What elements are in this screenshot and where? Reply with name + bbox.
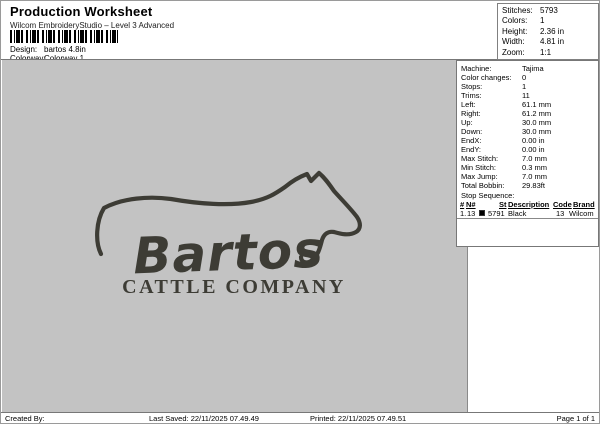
info-value: 0.3 mm: [522, 163, 548, 172]
footer-printed: Printed: 22/11/2025 07.49.51: [310, 414, 407, 423]
stop-sequence-row: 1. 13 5791 Black 13 Wilcom: [457, 209, 598, 219]
stat-row-stitches: Stitches: 5793: [502, 6, 598, 16]
info-label: Stops:: [461, 82, 483, 91]
info-label: Up:: [461, 118, 473, 127]
thread-color-swatch: [479, 210, 485, 216]
machine-info-row: Min Stitch: 0.3 mm: [461, 163, 596, 172]
stat-value: 5793: [540, 6, 558, 15]
info-label: Color changes:: [461, 73, 512, 82]
info-label: Machine:: [461, 64, 492, 73]
machine-info-row: Trims: 11: [461, 91, 596, 100]
cell-description: Black: [508, 209, 527, 218]
stat-label: Width:: [502, 37, 525, 47]
stat-row-width: Width: 4.81 in: [502, 37, 598, 47]
info-label: EndX:: [461, 136, 482, 145]
stat-row-height: Height: 2.36 in: [502, 27, 598, 37]
embroidery-logo: Bartos CATTLE COMPANY: [95, 170, 362, 298]
info-value: 0.00 in: [522, 136, 545, 145]
stat-label: Height:: [502, 26, 528, 36]
header-code: Code: [553, 200, 572, 209]
info-label: Left:: [461, 100, 476, 109]
cell-num: 1.: [460, 209, 467, 218]
app-subtitle: Wilcom EmbroideryStudio – Level 3 Advanc…: [10, 21, 175, 30]
stat-row-colors: Colors: 1: [502, 16, 598, 26]
machine-info-list: Machine: Tajima Color changes: 0 Stops: …: [461, 64, 596, 190]
info-value: 7.0 mm: [522, 172, 548, 181]
design-label: Design:: [10, 45, 38, 54]
info-value: 7.0 mm: [522, 154, 548, 163]
machine-info-row: EndY: 0.00 in: [461, 145, 596, 154]
cell-needle: 13: [467, 209, 476, 218]
stat-value: 1: [540, 16, 545, 26]
cell-stitches: 5791: [488, 209, 505, 218]
design-stats-box: Stitches: 5793 Colors: 1 Height: 2.36 in…: [497, 3, 599, 60]
info-label: Right:: [461, 109, 481, 118]
info-label: Total Bobbin:: [461, 181, 505, 190]
logo-tagline: CATTLE COMPANY: [122, 276, 346, 298]
machine-info-row: Up: 30.0 mm: [461, 118, 596, 127]
info-value: 30.0 mm: [522, 118, 552, 127]
stat-label: Colors:: [502, 16, 528, 26]
design-value: bartos 4.8in: [44, 45, 86, 54]
info-label: Max Jump:: [461, 172, 498, 181]
stat-label: Stitches:: [502, 6, 533, 15]
info-value: 61.1 mm: [522, 100, 552, 109]
info-label: EndY:: [461, 145, 482, 154]
machine-info-panel: Machine: Tajima Color changes: 0 Stops: …: [456, 60, 599, 247]
machine-info-row: Max Jump: 7.0 mm: [461, 172, 596, 181]
info-value: 0: [522, 73, 527, 82]
stat-value: 2.36 in: [540, 26, 565, 36]
header-stitches: St: [499, 200, 507, 209]
info-value: 30.0 mm: [522, 127, 552, 136]
cell-brand: Wilcom: [569, 209, 594, 218]
header-num: #: [460, 200, 465, 209]
machine-info-row: Stops: 1: [461, 82, 596, 91]
machine-info-row: Down: 30.0 mm: [461, 127, 596, 136]
footer-created-by: Created By:: [5, 414, 45, 423]
design-row: Design: bartos 4.8in: [10, 45, 86, 54]
design-canvas: Bartos CATTLE COMPANY: [2, 60, 468, 412]
header-description: Description: [508, 200, 550, 209]
info-label: Trims:: [461, 91, 482, 100]
stop-sequence-title: Stop Sequence:: [461, 191, 515, 200]
stat-value: 1:1: [540, 47, 552, 57]
machine-info-row: Left: 61.1 mm: [461, 100, 596, 109]
header-brand: Brand: [573, 200, 595, 209]
design-barcode: [10, 30, 118, 43]
footer-last-saved: Last Saved: 22/11/2025 07.49.49: [149, 414, 259, 423]
info-value: 11: [522, 91, 530, 100]
footer-separator: [1, 412, 599, 413]
cell-code: 13: [556, 209, 565, 218]
machine-info-row: Max Stitch: 7.0 mm: [461, 154, 596, 163]
machine-info-row: Total Bobbin: 29.83ft: [461, 181, 596, 190]
machine-info-row: Color changes: 0: [461, 73, 596, 82]
info-value: 29.83ft: [522, 181, 545, 190]
info-label: Max Stitch:: [461, 154, 499, 163]
page-title: Production Worksheet: [10, 4, 153, 19]
machine-info-row: EndX: 0.00 in: [461, 136, 596, 145]
info-value: 61.2 mm: [522, 109, 552, 118]
stat-value: 4.81 in: [540, 37, 565, 47]
stop-sequence-header: # N# St Description Code Brand: [457, 200, 598, 209]
stat-label: Zoom:: [502, 47, 525, 57]
footer-page-number: Page 1 of 1: [556, 414, 595, 423]
info-label: Min Stitch:: [461, 163, 497, 172]
header-needle: N#: [466, 200, 476, 209]
info-label: Down:: [461, 127, 483, 136]
info-value: Tajima: [522, 64, 544, 73]
info-value: 0.00 in: [522, 145, 545, 154]
machine-info-row: Right: 61.2 mm: [461, 109, 596, 118]
machine-info-row: Machine: Tajima: [461, 64, 596, 73]
info-value: 1: [522, 82, 527, 91]
production-worksheet-page: Production Worksheet Wilcom EmbroiderySt…: [0, 0, 600, 424]
stat-row-zoom: Zoom: 1:1: [502, 48, 598, 58]
